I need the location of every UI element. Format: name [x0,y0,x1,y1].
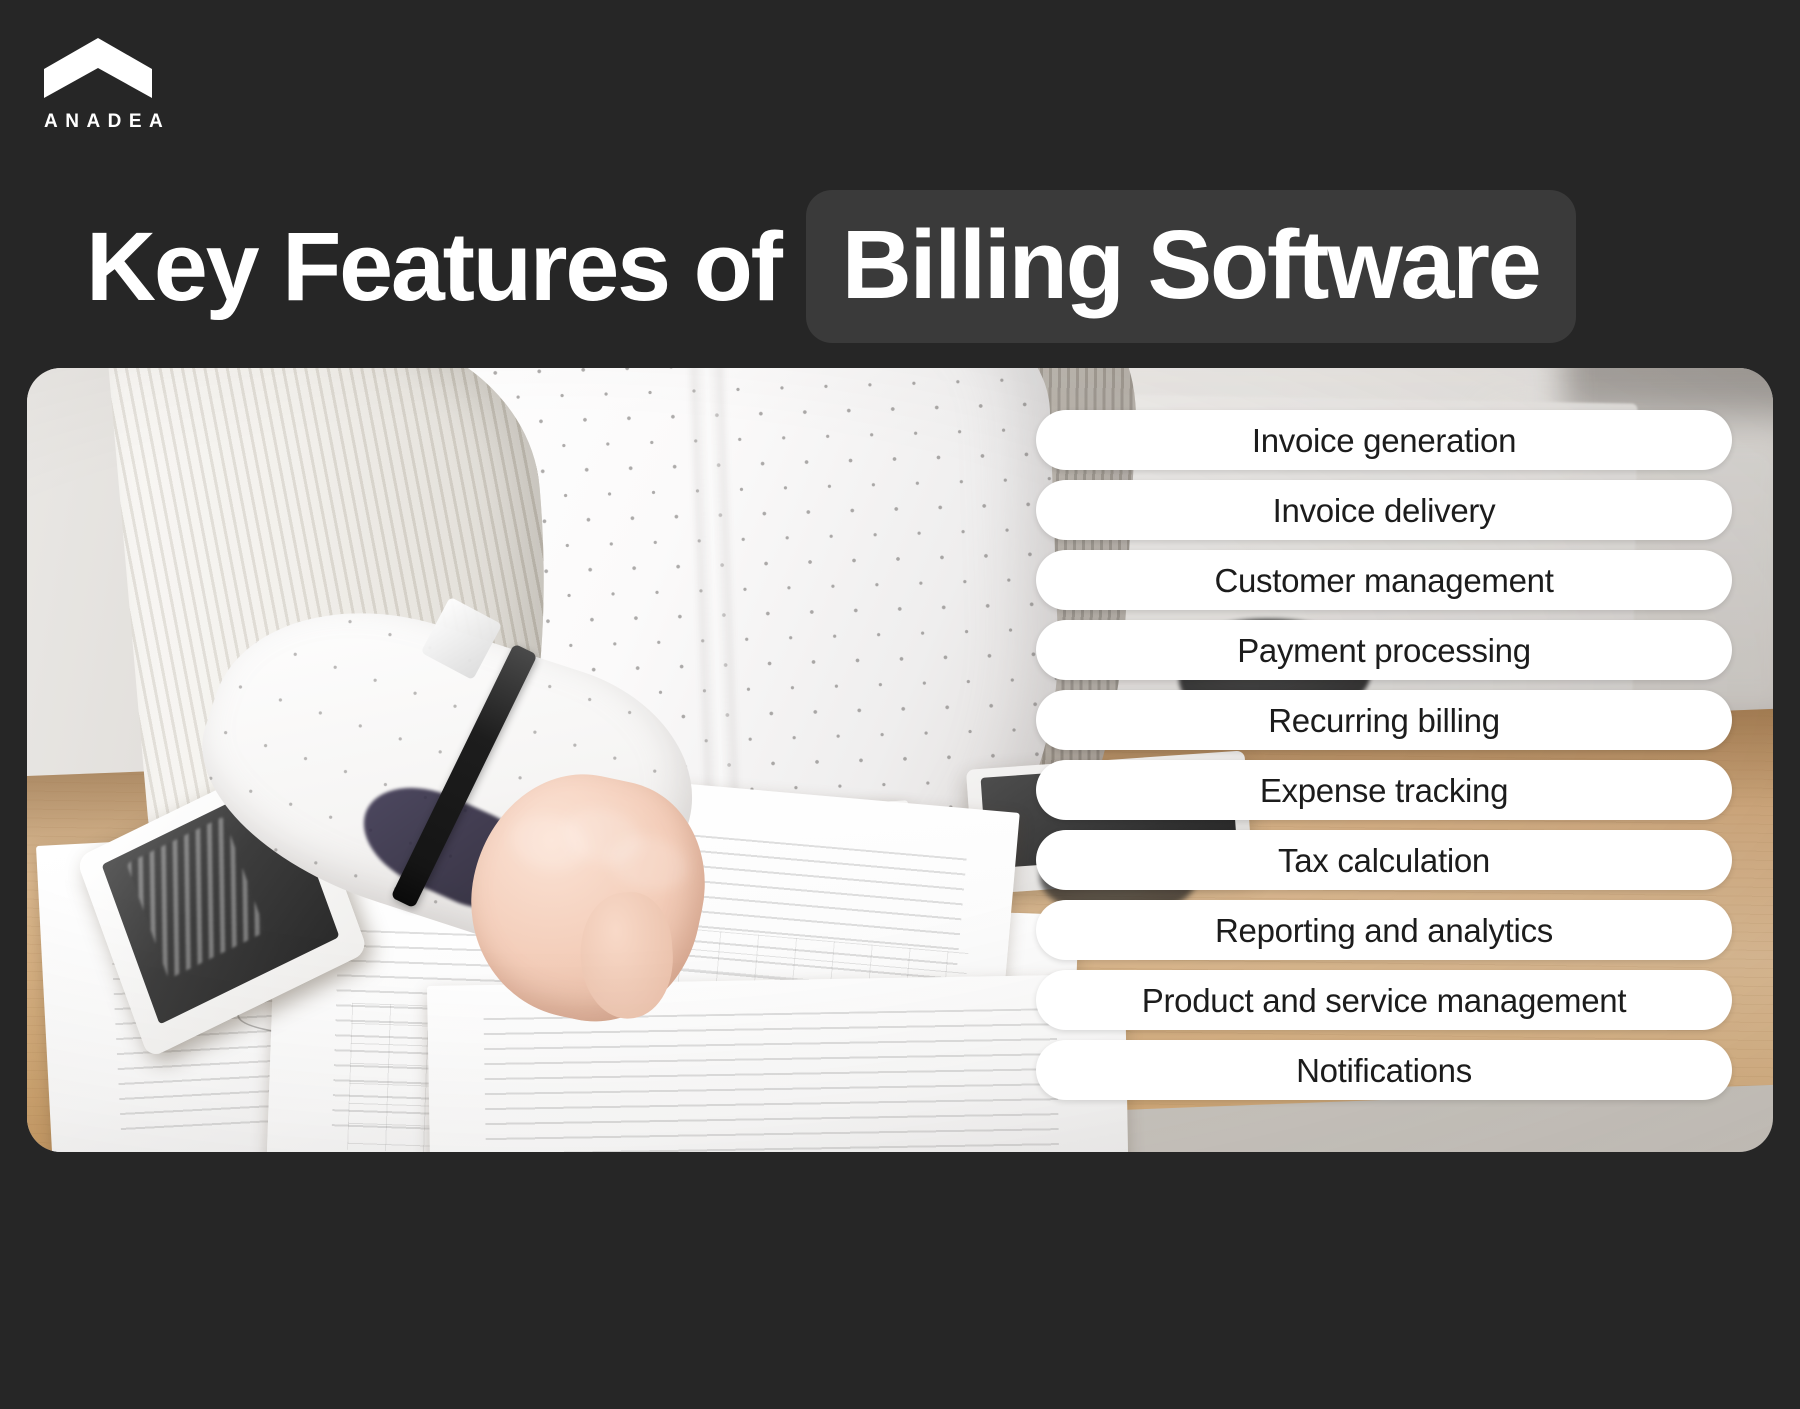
title-plain-text: Key Features of [86,211,783,321]
photo-paper-text-lines [483,1007,1059,1152]
feature-pill[interactable]: Recurring billing [1036,690,1732,750]
title-highlight-text: Billing Software [805,189,1576,343]
infographic-poster: ANADEA Key Features of Billing Software [0,0,1800,1409]
feature-pill[interactable]: Invoice delivery [1036,480,1732,540]
feature-pill[interactable]: Tax calculation [1036,830,1732,890]
feature-pill[interactable]: Notifications [1036,1040,1732,1100]
feature-pill-label: Product and service management [1141,981,1627,1019]
brand-logo: ANADEA [44,38,204,131]
feature-pill[interactable]: Payment processing [1036,620,1732,680]
feature-pill[interactable]: Reporting and analytics [1036,900,1732,960]
feature-pill-label: Expense tracking [1259,771,1509,809]
feature-list: Invoice generation Invoice delivery Custom… [1036,410,1732,1100]
feature-pill[interactable]: Invoice generation [1036,410,1732,470]
feature-pill-label: Reporting and analytics [1215,911,1553,949]
brand-name: ANADEA [44,111,171,132]
page-title: Key Features of Billing Software [86,186,1760,346]
photo-smartphone-reflection [126,816,267,980]
feature-pill[interactable]: Product and service management [1036,970,1732,1030]
feature-pill-label: Payment processing [1237,631,1531,669]
feature-pill-label: Invoice delivery [1272,491,1496,529]
feature-pill-label: Invoice generation [1251,421,1517,459]
feature-pill-label: Notifications [1296,1051,1472,1089]
feature-pill[interactable]: Expense tracking [1036,760,1732,820]
feature-pill-label: Recurring billing [1268,701,1500,739]
feature-pill-label: Tax calculation [1278,841,1490,879]
chevron-up-mark-icon [44,38,152,98]
feature-pill[interactable]: Customer management [1036,550,1732,610]
feature-pill-label: Customer management [1214,561,1554,599]
